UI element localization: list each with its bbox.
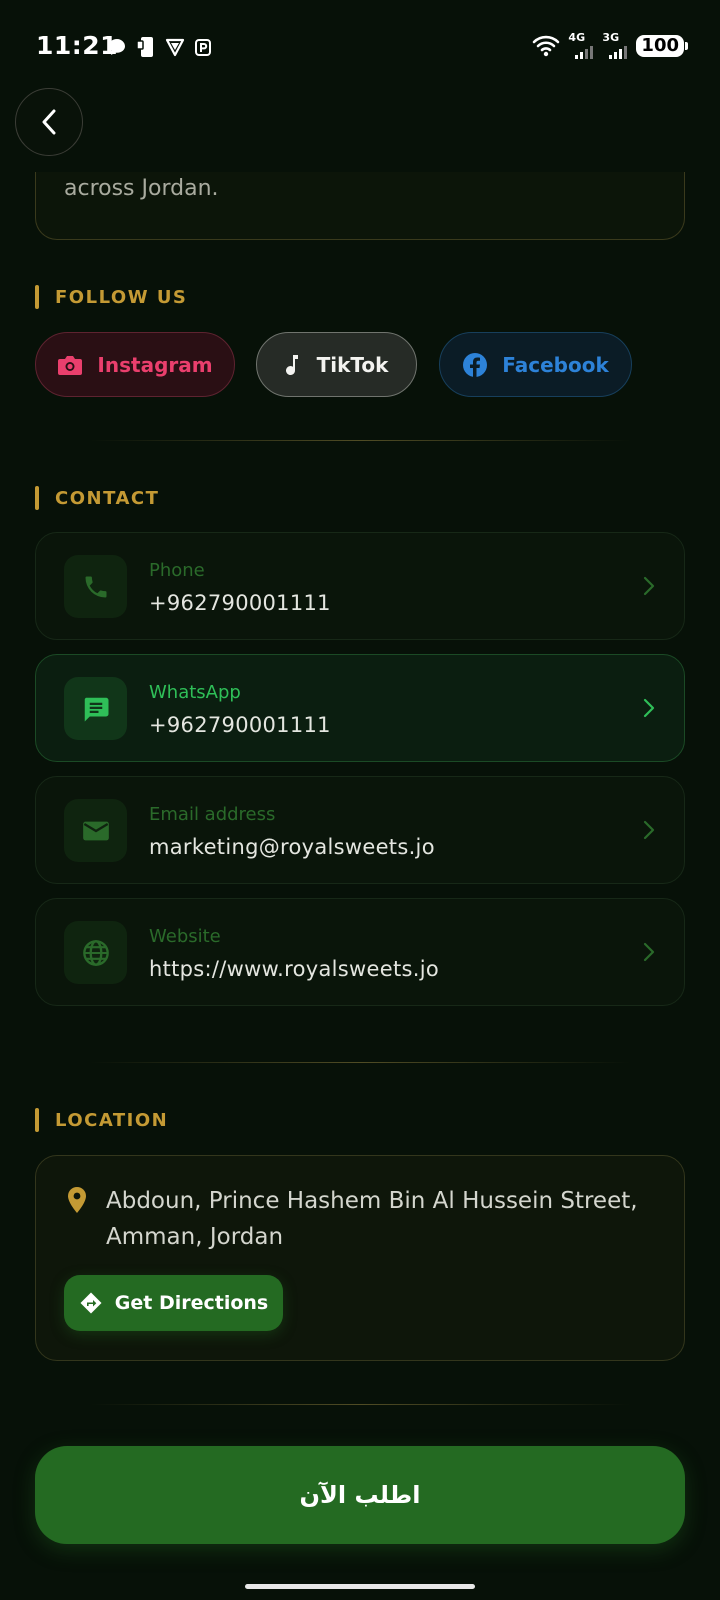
order-now-label: اطلب الآن	[299, 1481, 421, 1509]
back-button[interactable]	[15, 88, 83, 156]
status-bar: 11:21 4G 3G 100	[0, 0, 720, 92]
section-divider	[90, 1404, 630, 1405]
notification-icons	[107, 36, 212, 58]
wifi-icon	[533, 35, 560, 57]
section-accent-bar	[35, 285, 39, 309]
section-divider	[90, 440, 630, 441]
instagram-label: Instagram	[97, 352, 213, 377]
contact-value: marketing@royalsweets.jo	[149, 835, 435, 859]
contact-email[interactable]: Email address marketing@royalsweets.jo	[35, 776, 685, 884]
contact-value: +962790001111	[149, 713, 331, 737]
location-title: LOCATION	[55, 1109, 169, 1131]
directions-icon	[80, 1292, 102, 1314]
home-indicator[interactable]	[245, 1584, 475, 1589]
chevron-right-icon	[643, 576, 655, 596]
contact-label: WhatsApp	[149, 682, 241, 703]
facebook-label: Facebook	[502, 352, 609, 377]
contact-label: Email address	[149, 804, 276, 825]
top-bar-background	[0, 92, 720, 172]
chevron-right-icon	[643, 942, 655, 962]
contact-title: CONTACT	[55, 487, 160, 509]
instagram-button[interactable]: Instagram	[35, 332, 235, 397]
screen: 11:21 4G 3G 100 across Jordan. FOLLOW US…	[0, 0, 720, 1600]
follow-section-header: FOLLOW US	[35, 285, 187, 309]
signal-bars-icon	[575, 46, 594, 59]
shield-icon	[165, 38, 185, 57]
facebook-icon	[463, 352, 488, 378]
section-divider	[90, 1062, 630, 1063]
phone-icon	[85, 576, 106, 597]
section-accent-bar	[35, 1108, 39, 1132]
location-card: Abdoun, Prince Hashem Bin Al Hussein Str…	[35, 1155, 685, 1361]
contact-phone[interactable]: Phone +962790001111	[35, 532, 685, 640]
section-accent-bar	[35, 486, 39, 510]
globe-icon	[82, 939, 109, 966]
signal-3g: 3G	[602, 31, 628, 59]
chevron-right-icon	[643, 820, 655, 840]
contact-label: Phone	[149, 560, 205, 581]
status-time: 11:21	[36, 31, 119, 60]
mail-icon-tile	[64, 799, 127, 862]
device-icon	[136, 37, 153, 57]
contact-whatsapp[interactable]: WhatsApp +962790001111	[35, 654, 685, 762]
system-icons: 4G 3G 100	[532, 31, 688, 59]
about-text: across Jordan.	[64, 176, 219, 201]
mail-icon	[82, 821, 109, 840]
phone-icon-tile	[64, 555, 127, 618]
parking-icon	[195, 39, 211, 56]
contact-value: https://www.royalsweets.jo	[149, 957, 439, 981]
location-address: Abdoun, Prince Hashem Bin Al Hussein Str…	[106, 1188, 638, 1250]
signal-4g: 4G	[568, 31, 594, 59]
tiktok-label: TikTok	[316, 352, 389, 377]
signal-bars-icon	[609, 46, 628, 59]
follow-title: FOLLOW US	[55, 286, 188, 308]
location-pin-icon	[68, 1187, 86, 1213]
contact-website[interactable]: Website https://www.royalsweets.jo	[35, 898, 685, 1006]
tiktok-button[interactable]: TikTok	[256, 332, 417, 397]
chevron-right-icon	[643, 698, 655, 718]
contact-section-header: CONTACT	[35, 486, 159, 510]
music-note-icon	[285, 354, 298, 375]
contact-value: +962790001111	[149, 591, 331, 615]
globe-icon-tile	[64, 921, 127, 984]
get-directions-label: Get Directions	[114, 1292, 269, 1314]
battery-indicator: 100	[636, 35, 688, 57]
network-4g-label: 4G	[568, 31, 586, 44]
location-section-header: LOCATION	[35, 1108, 168, 1132]
network-3g-label: 3G	[602, 31, 620, 44]
order-now-button[interactable]: اطلب الآن	[35, 1446, 685, 1544]
chevron-left-icon	[42, 109, 56, 135]
get-directions-button[interactable]: Get Directions	[64, 1275, 283, 1331]
camera-icon	[58, 355, 83, 375]
chat-icon	[84, 697, 108, 721]
chat-bubble-icon	[109, 39, 125, 55]
chat-icon-tile	[64, 677, 127, 740]
facebook-button[interactable]: Facebook	[439, 332, 632, 397]
contact-label: Website	[149, 926, 221, 947]
